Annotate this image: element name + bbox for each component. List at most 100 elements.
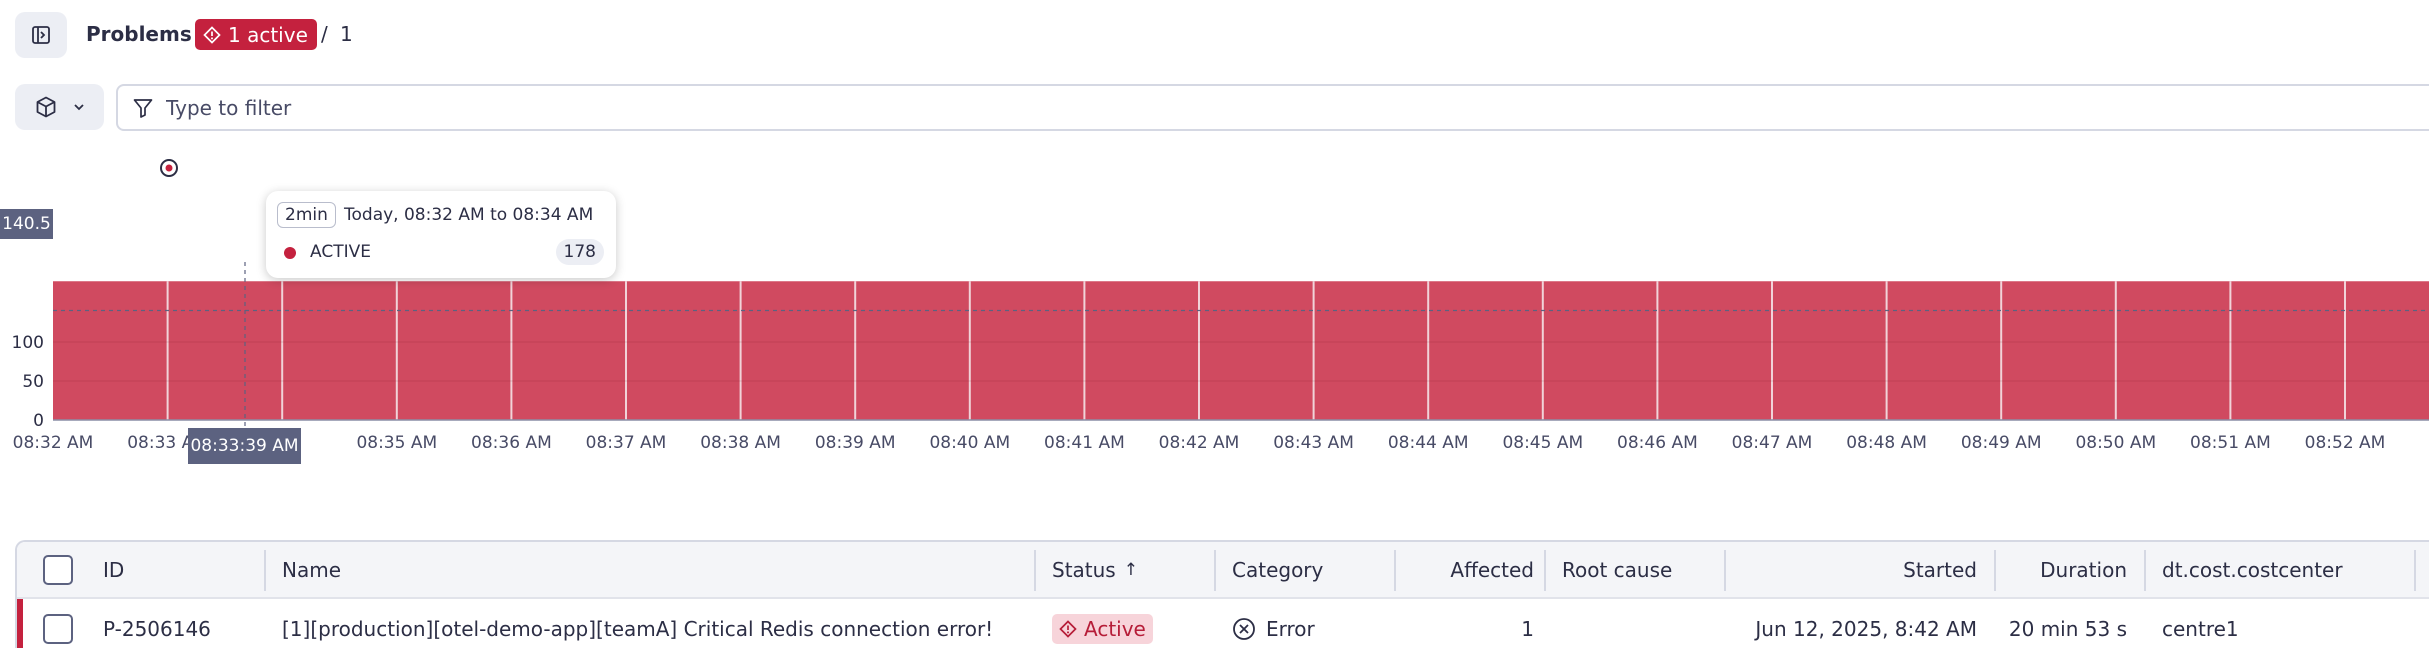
problem-name[interactable]: [1][production][otel-demo-app][teamA] Cr… <box>282 599 993 648</box>
affected-count: 1 <box>1521 617 1534 641</box>
x-tick-label: 08:52 AM <box>2305 433 2386 453</box>
status-cell: Active <box>1052 599 1153 648</box>
select-all-checkbox[interactable] <box>43 554 73 585</box>
chart-bar <box>1084 281 1199 420</box>
circle-x-icon <box>1233 618 1255 640</box>
tooltip-series-label: ACTIVE <box>310 242 371 262</box>
y-tick-label: 0 <box>33 411 44 431</box>
event-marker-dot <box>165 164 173 172</box>
chart-bar <box>855 281 970 420</box>
costcenter-value: centre1 <box>2162 617 2239 641</box>
x-tick-label: 08:43 AM <box>1273 433 1354 453</box>
column-header-root-cause[interactable]: Root cause <box>1562 542 1672 597</box>
chart-bar <box>1657 281 1772 420</box>
active-problems-badge[interactable]: 1 active <box>195 19 317 50</box>
count-separator: / <box>321 22 328 46</box>
chart-bar <box>2115 281 2231 420</box>
column-resize-handle[interactable] <box>1994 550 1996 591</box>
x-tick-label: 08:37 AM <box>586 433 667 453</box>
entity-type-selector[interactable] <box>15 84 104 130</box>
problems-table: ID Name Status ↑ Category Affected Root … <box>15 540 2429 648</box>
panel-toggle-icon <box>32 26 50 44</box>
page-title: Problems <box>86 22 192 46</box>
x-tick-label: 08:49 AM <box>1961 433 2042 453</box>
filter-field[interactable] <box>116 84 2429 131</box>
chart-bar <box>2001 281 2116 420</box>
column-header-started[interactable]: Started <box>1737 542 1977 597</box>
chart-bar <box>1428 281 1543 420</box>
chart-bar <box>626 281 741 420</box>
row-select-checkbox[interactable] <box>43 614 73 644</box>
column-resize-handle[interactable] <box>264 550 266 591</box>
x-tick-label: 08:50 AM <box>2075 433 2156 453</box>
chart-bar <box>511 281 626 420</box>
chevron-down-icon <box>73 104 84 111</box>
x-tick-label: 08:46 AM <box>1617 433 1698 453</box>
status-badge: Active <box>1052 614 1153 644</box>
column-resize-handle[interactable] <box>1034 550 1036 591</box>
chart-bar <box>282 281 397 420</box>
chart-bar <box>969 281 1085 420</box>
chart-bar <box>396 281 512 420</box>
column-header-affected[interactable]: Affected <box>1407 542 1534 597</box>
select-all-cell <box>43 542 73 597</box>
x-tick-label: 08:48 AM <box>1846 433 1927 453</box>
cursor-time-label: 08:33:39 AM <box>188 428 301 464</box>
problem-id[interactable]: P-2506146 <box>103 599 211 648</box>
sort-ascending-icon: ↑ <box>1123 559 1138 580</box>
y-tick-label: 100 <box>12 333 44 353</box>
total-count: 1 <box>340 22 353 46</box>
column-header-costcenter[interactable]: dt.cost.costcenter <box>2162 542 2343 597</box>
cube-icon <box>36 96 55 118</box>
active-badge-label: 1 active <box>228 22 308 47</box>
status-label: Active <box>1084 617 1146 641</box>
column-resize-handle[interactable] <box>1544 550 1546 591</box>
category-cell: Error <box>1232 599 1315 648</box>
column-resize-handle[interactable] <box>2144 550 2146 591</box>
chart-bar <box>1886 281 2002 420</box>
x-tick-label: 08:40 AM <box>929 433 1010 453</box>
cursor-value-label: 140.5 <box>0 209 53 239</box>
chart-bar <box>53 281 168 420</box>
x-tick-label: 08:51 AM <box>2190 433 2271 453</box>
chart-tooltip: 2min Today, 08:32 AM to 08:34 AM ACTIVE … <box>266 191 616 278</box>
column-header-name[interactable]: Name <box>282 542 341 597</box>
problem-diamond-icon <box>203 25 221 44</box>
x-tick-label: 08:41 AM <box>1044 433 1125 453</box>
sidebar-toggle-button[interactable] <box>15 12 67 58</box>
tooltip-value: 178 <box>555 239 604 265</box>
x-tick-label: 08:45 AM <box>1502 433 1583 453</box>
column-resize-handle[interactable] <box>1214 550 1216 591</box>
tooltip-series-marker <box>284 247 296 259</box>
chart-bar <box>2345 281 2429 420</box>
table-header-row: ID Name Status ↑ Category Affected Root … <box>17 542 2429 599</box>
x-tick-label: 08:42 AM <box>1159 433 1240 453</box>
column-header-id[interactable]: ID <box>103 542 124 597</box>
row-select-cell <box>43 599 73 648</box>
column-header-duration[interactable]: Duration <box>2007 542 2127 597</box>
column-resize-handle[interactable] <box>2414 550 2416 591</box>
duration-value: 20 min 53 s <box>2008 617 2127 641</box>
started-time: Jun 12, 2025, 8:42 AM <box>1755 617 1977 641</box>
y-tick-label: 50 <box>22 372 44 392</box>
x-tick-label: 08:38 AM <box>700 433 781 453</box>
x-tick-label: 08:39 AM <box>815 433 896 453</box>
chart-bar <box>740 281 856 420</box>
x-tick-label: 08:47 AM <box>1732 433 1813 453</box>
column-resize-handle[interactable] <box>1724 550 1726 591</box>
x-tick-label: 08:44 AM <box>1388 433 1469 453</box>
chart-bar <box>1199 281 1314 420</box>
problem-diamond-icon <box>1059 620 1077 638</box>
column-header-status-label: Status <box>1052 557 1116 582</box>
column-header-status[interactable]: Status ↑ <box>1052 542 1138 597</box>
filter-input[interactable] <box>166 95 1366 120</box>
x-tick-label: 08:35 AM <box>356 433 437 453</box>
chart-bar <box>167 281 283 420</box>
column-header-category[interactable]: Category <box>1232 542 1323 597</box>
tooltip-range: Today, 08:32 AM to 08:34 AM <box>344 205 594 225</box>
tooltip-duration: 2min <box>277 202 336 228</box>
column-resize-handle[interactable] <box>1394 550 1396 591</box>
table-row[interactable]: P-2506146 [1][production][otel-demo-app]… <box>17 599 2429 648</box>
chart-bar <box>1772 281 1887 420</box>
x-tick-label: 08:32 AM <box>13 433 94 453</box>
